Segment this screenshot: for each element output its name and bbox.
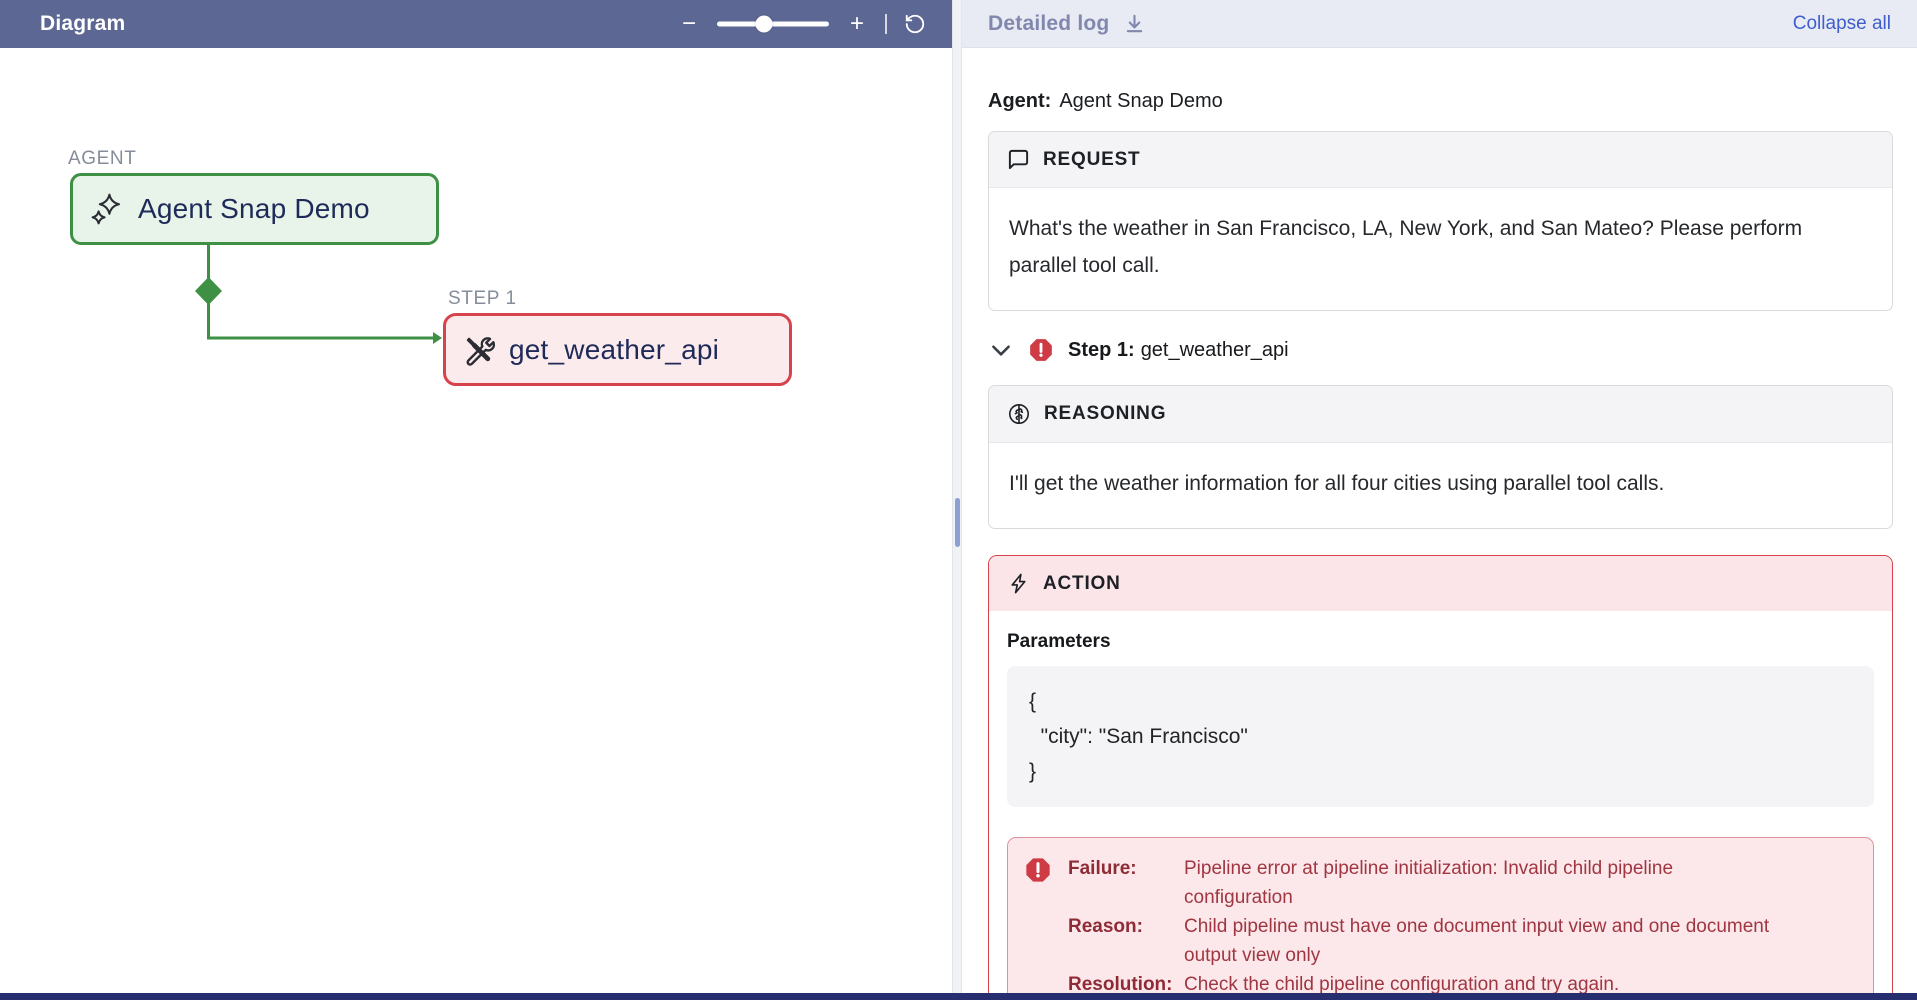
agent-node-name: Agent Snap Demo <box>138 193 370 225</box>
request-card-body: What's the weather in San Francisco, LA,… <box>989 188 1892 310</box>
download-icon[interactable] <box>1123 12 1146 35</box>
diagram-panel: Diagram − + <box>0 0 952 1000</box>
zoom-in-button[interactable]: + <box>844 9 870 39</box>
parameters-label: Parameters <box>1007 631 1874 653</box>
agent-summary-line: Agent: Agent Snap Demo <box>988 90 1893 113</box>
diagram-header: Diagram − + <box>0 0 952 48</box>
failure-error-octagon-icon <box>1024 854 1052 999</box>
diagram-canvas[interactable]: AGENT Agent Snap Demo STEP 1 <box>0 48 952 1000</box>
reason-text: Child pipeline must have one document in… <box>1184 912 1776 970</box>
action-card-body: Parameters { "city": "San Francisco" } F… <box>989 611 1892 1000</box>
agent-field-value: Agent Snap Demo <box>1059 90 1222 112</box>
agent-node-label: AGENT <box>68 148 136 170</box>
zoom-out-button[interactable]: − <box>676 9 702 39</box>
reason-label: Reason: <box>1068 912 1172 970</box>
detailed-log-panel: Detailed log Collapse all Agent: Agent Sn… <box>962 0 1917 1000</box>
toolbar-divider <box>885 14 887 34</box>
reasoning-card-header: REASONING <box>989 386 1892 443</box>
request-header-title: REQUEST <box>1043 149 1140 171</box>
request-card-header: REQUEST <box>989 132 1892 188</box>
json-line: "city": "San Francisco" <box>1029 725 1248 748</box>
speech-bubble-icon <box>1007 148 1030 171</box>
lightning-icon <box>1007 572 1030 595</box>
action-header-title: ACTION <box>1043 573 1121 595</box>
failure-label: Failure: <box>1068 854 1172 912</box>
request-card: REQUEST What's the weather in San Franci… <box>988 131 1893 311</box>
json-line: } <box>1029 760 1036 783</box>
zoom-controls: − + <box>676 0 928 48</box>
reasoning-card-body: I'll get the weather information for all… <box>989 443 1892 528</box>
parameters-json: { "city": "San Francisco" } <box>1007 666 1874 807</box>
reasoning-card: REASONING I'll get the weather informati… <box>988 385 1893 529</box>
failure-details: Failure: Pipeline error at pipeline init… <box>1068 854 1776 999</box>
tools-icon <box>462 333 496 367</box>
step-log-row[interactable]: Step 1: get_weather_api <box>988 337 1893 363</box>
failure-box: Failure: Pipeline error at pipeline init… <box>1007 837 1874 1000</box>
step-row-text: Step 1: get_weather_api <box>1068 339 1289 362</box>
reasoning-text: I'll get the weather information for all… <box>1009 465 1872 502</box>
diagram-panel-title: Diagram <box>40 12 125 36</box>
reset-view-icon[interactable] <box>902 9 928 39</box>
step-row-name: get_weather_api <box>1141 339 1289 361</box>
step-node[interactable]: get_weather_api <box>443 313 792 386</box>
flow-diamond <box>195 277 222 305</box>
log-title: Detailed log <box>988 12 1109 36</box>
failure-text: Pipeline error at pipeline initializatio… <box>1184 854 1776 912</box>
panel-splitter[interactable] <box>952 0 962 1000</box>
step-row-label: Step 1: <box>1068 339 1135 361</box>
zoom-slider-thumb[interactable] <box>756 16 773 33</box>
log-header: Detailed log Collapse all <box>962 0 1917 48</box>
json-line: { <box>1029 690 1036 713</box>
collapse-all-link[interactable]: Collapse all <box>1793 13 1891 35</box>
zoom-slider[interactable] <box>717 9 829 39</box>
brain-icon <box>1007 402 1031 426</box>
error-octagon-icon <box>1028 337 1054 363</box>
action-card-header: ACTION <box>989 556 1892 611</box>
log-body: Agent: Agent Snap Demo REQUEST What's the… <box>962 90 1917 1000</box>
zoom-slider-track[interactable] <box>717 22 829 27</box>
agent-field-label: Agent: <box>988 90 1051 112</box>
agent-node[interactable]: Agent Snap Demo <box>70 173 439 245</box>
app-window: Diagram − + <box>0 0 1917 1000</box>
reasoning-header-title: REASONING <box>1044 403 1166 425</box>
window-bottom-edge <box>0 993 1917 1000</box>
step-node-label: STEP 1 <box>448 288 517 310</box>
chevron-down-icon[interactable] <box>988 337 1014 363</box>
request-text: What's the weather in San Francisco, LA,… <box>1009 210 1839 284</box>
step-node-name: get_weather_api <box>509 334 719 366</box>
action-card: ACTION Parameters { "city": "San Francis… <box>988 555 1893 1000</box>
scrollbar-thumb[interactable] <box>955 498 960 547</box>
sparkles-icon <box>89 191 125 227</box>
